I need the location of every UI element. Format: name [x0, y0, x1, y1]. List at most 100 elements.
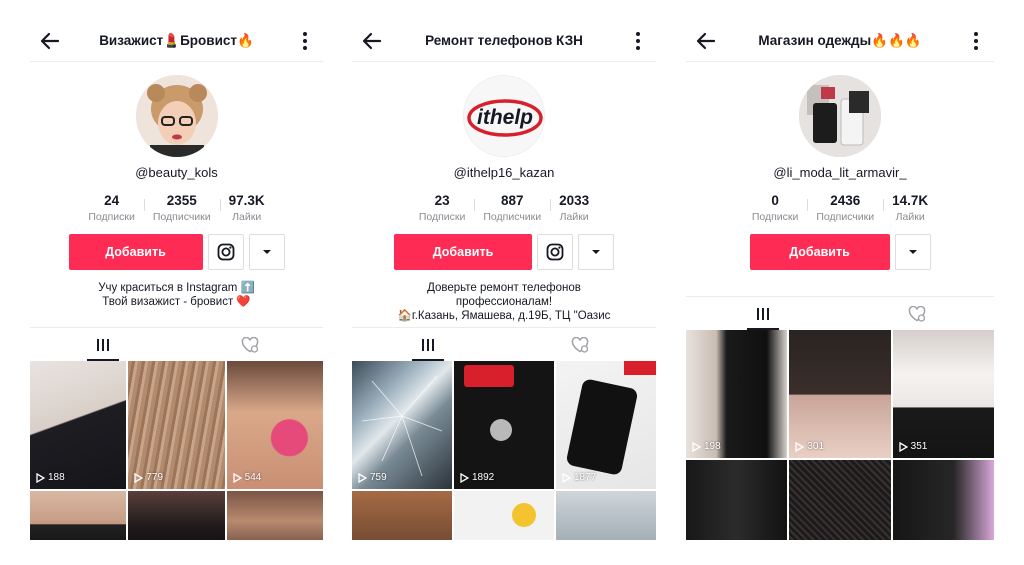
video-thumbnail[interactable]: 1877 — [556, 361, 656, 489]
back-arrow-icon[interactable] — [360, 29, 384, 53]
view-count-value: 759 — [370, 472, 387, 483]
avatar[interactable]: ithelp — [463, 75, 545, 157]
profile-tabs — [352, 327, 656, 361]
video-thumbnail[interactable]: 759 — [352, 361, 452, 489]
video-thumbnail[interactable] — [892, 460, 994, 540]
stat-value: 14.7K — [892, 193, 929, 208]
stat-following[interactable]: 0 Подписки — [743, 193, 808, 223]
video-thumbnail[interactable]: 188 — [30, 361, 127, 489]
video-thumbnail[interactable]: 544 — [226, 361, 323, 489]
bio-line: 🏠г.Казань, Ямашева, д.19Б, ТЦ "Оазис — [397, 310, 611, 322]
play-icon — [36, 472, 45, 483]
more-vertical-icon[interactable] — [634, 29, 642, 53]
profile-stats: 24 Подписки 2355 Подписчики 97.3K Лайки — [30, 193, 323, 223]
cracked-screen-image — [361, 375, 443, 477]
stat-value: 2033 — [559, 193, 590, 208]
video-thumbnail[interactable]: 351 — [892, 330, 994, 458]
tab-videos[interactable] — [352, 328, 504, 361]
view-count-value: 188 — [48, 472, 65, 483]
follow-button[interactable]: Добавить — [749, 234, 890, 270]
stat-value: 2436 — [830, 193, 861, 208]
follow-button[interactable]: Добавить — [68, 234, 203, 270]
video-thumbnail[interactable]: 779 — [128, 361, 225, 489]
avatar[interactable] — [135, 75, 218, 157]
view-count-value: 198 — [704, 441, 721, 452]
liked-heart-icon — [908, 305, 926, 322]
stat-likes[interactable]: 14.7K Лайки — [883, 193, 937, 223]
video-grid: 198 301 351 — [686, 330, 994, 540]
stat-followers[interactable]: 2436 Подписчики — [807, 193, 883, 223]
stat-followers[interactable]: 2355 Подписчики — [143, 193, 220, 223]
view-count-value: 301 — [807, 441, 825, 452]
profile-title: Визажист💄Бровист🔥 — [99, 32, 254, 48]
stat-following[interactable]: 24 Подписки — [79, 193, 144, 223]
video-thumbnail[interactable]: 1892 — [454, 361, 554, 489]
stat-following[interactable]: 23 Подписки — [410, 193, 475, 223]
view-count: 198 — [692, 441, 721, 452]
video-thumbnail[interactable] — [352, 491, 452, 540]
profile-tabs — [30, 327, 323, 361]
video-grid: 188 779 544 — [30, 361, 323, 540]
play-icon — [460, 472, 469, 483]
more-options-button[interactable] — [578, 234, 614, 270]
view-count-value: 779 — [146, 472, 164, 483]
instagram-button[interactable] — [207, 234, 244, 270]
username: @beauty_kols — [135, 165, 218, 180]
more-options-button[interactable] — [894, 234, 931, 270]
back-arrow-icon[interactable] — [694, 29, 718, 53]
more-vertical-icon[interactable] — [301, 29, 309, 53]
video-thumbnail[interactable]: 301 — [789, 330, 891, 458]
ithelp-logo: ithelp — [464, 76, 544, 156]
stat-likes[interactable]: 97.3K Лайки — [219, 193, 274, 223]
play-icon — [692, 441, 701, 452]
profile-bio: Доверьте ремонт телефонов профессионалам… — [352, 281, 656, 327]
avatar[interactable] — [799, 75, 881, 157]
video-thumbnail[interactable] — [454, 491, 554, 540]
tab-liked[interactable] — [840, 297, 994, 330]
stat-followers[interactable]: 887 Подписчики — [474, 193, 550, 223]
view-count: 188 — [36, 472, 65, 483]
stat-value: 0 — [771, 193, 779, 208]
video-thumbnail[interactable] — [556, 491, 656, 540]
phone-image — [565, 378, 639, 476]
video-thumbnail[interactable]: 198 — [686, 330, 788, 458]
videos-grid-icon — [757, 307, 769, 320]
profile-tabs — [686, 296, 994, 330]
liked-heart-icon — [241, 336, 259, 353]
stat-label: Лайки — [895, 211, 925, 223]
bio-line: Доверьте ремонт телефонов — [427, 282, 581, 294]
tab-liked[interactable] — [177, 328, 324, 361]
video-thumbnail[interactable] — [226, 491, 323, 540]
view-count-value: 351 — [910, 441, 928, 452]
video-thumbnail[interactable] — [30, 491, 127, 540]
tab-videos[interactable] — [30, 328, 177, 361]
stat-value: 23 — [434, 193, 450, 208]
view-count: 1892 — [460, 472, 494, 483]
back-arrow-icon[interactable] — [38, 29, 62, 53]
video-thumbnail[interactable] — [686, 460, 788, 540]
video-thumbnail[interactable] — [789, 460, 891, 540]
profile-panel-fashion: Магазин одежды🔥🔥🔥 @li_moda_lit_armavir_ … — [686, 20, 994, 540]
tab-liked[interactable] — [504, 328, 656, 361]
corner-tag — [624, 361, 656, 375]
tab-videos[interactable] — [686, 297, 840, 330]
stat-label: Лайки — [559, 211, 589, 223]
stat-value: 97.3K — [228, 193, 265, 208]
instagram-button[interactable] — [537, 234, 573, 270]
view-count: 759 — [358, 472, 387, 483]
video-thumbnail[interactable] — [128, 491, 225, 540]
profile-header: Магазин одежды🔥🔥🔥 — [686, 20, 994, 62]
profile-panel-beauty: Визажист💄Бровист🔥 @beauty_kols 24 Подпис… — [30, 20, 323, 540]
more-vertical-icon[interactable] — [972, 29, 980, 53]
more-options-button[interactable] — [248, 234, 285, 270]
caret-down-icon — [908, 250, 917, 254]
view-count-value: 544 — [244, 472, 262, 483]
bio-spacer — [686, 270, 994, 296]
stat-label: Лайки — [232, 211, 262, 223]
follow-button[interactable]: Добавить — [394, 234, 532, 270]
stat-value: 24 — [104, 193, 120, 208]
videos-grid-icon — [422, 338, 434, 351]
play-icon — [562, 472, 571, 483]
stat-likes[interactable]: 2033 Лайки — [550, 193, 598, 223]
logo-card — [464, 365, 514, 387]
